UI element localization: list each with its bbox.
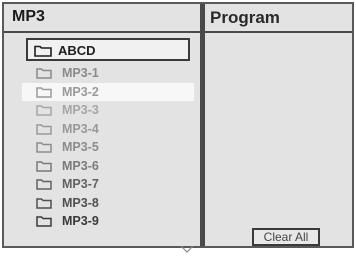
- list-item[interactable]: MP3-9: [22, 212, 194, 231]
- current-folder[interactable]: ABCD: [26, 38, 190, 61]
- list-item-label: MP3-2: [62, 84, 99, 99]
- list-item-label: MP3-4: [62, 121, 99, 136]
- folder-icon: [36, 178, 52, 193]
- list-item[interactable]: MP3-6: [22, 157, 194, 176]
- folder-icon: [36, 67, 52, 82]
- list-item[interactable]: MP3-2: [22, 82, 194, 101]
- panel-divider: [200, 4, 205, 246]
- list-item[interactable]: MP3-4: [22, 120, 194, 139]
- list-item-label: MP3-1: [62, 66, 99, 80]
- folder-icon: [34, 44, 52, 62]
- list-item-label: MP3-9: [62, 214, 99, 228]
- list-item-label: MP3-5: [62, 140, 99, 154]
- folder-icon: [36, 197, 52, 212]
- file-list: MP3-1 MP3-2 MP3-3 MP3-4 MP3-5 MP3-6 MP3-7 MP3-8…: [22, 64, 194, 231]
- list-item[interactable]: MP3-8: [22, 194, 194, 213]
- header-separator: [4, 31, 352, 33]
- list-item[interactable]: MP3-3: [22, 101, 194, 120]
- mp3-browser-window: MP3 Program ABCD MP3-1 MP3-2 MP3-3 MP3-4 MP3…: [2, 2, 354, 253]
- list-item-label: MP3-6: [62, 158, 99, 173]
- list-item-label: MP3-3: [62, 103, 99, 117]
- folder-icon: [36, 104, 52, 119]
- program-panel-title: Program: [210, 8, 280, 27]
- clear-all-button[interactable]: Clear All: [252, 228, 320, 246]
- folder-icon: [36, 215, 52, 230]
- list-item[interactable]: MP3-7: [22, 175, 194, 194]
- list-item[interactable]: MP3-1: [22, 64, 194, 83]
- current-folder-label: ABCD: [58, 43, 96, 58]
- folder-icon: [36, 141, 52, 156]
- list-item-label: MP3-7: [62, 177, 99, 191]
- list-item[interactable]: MP3-5: [22, 138, 194, 157]
- list-item-label: MP3-8: [62, 195, 99, 210]
- scroll-down-arrow-icon[interactable]: [180, 240, 194, 258]
- folder-icon: [36, 123, 52, 138]
- mp3-panel-title: MP3: [12, 8, 45, 25]
- folder-icon: [36, 160, 52, 175]
- folder-icon: [36, 86, 52, 101]
